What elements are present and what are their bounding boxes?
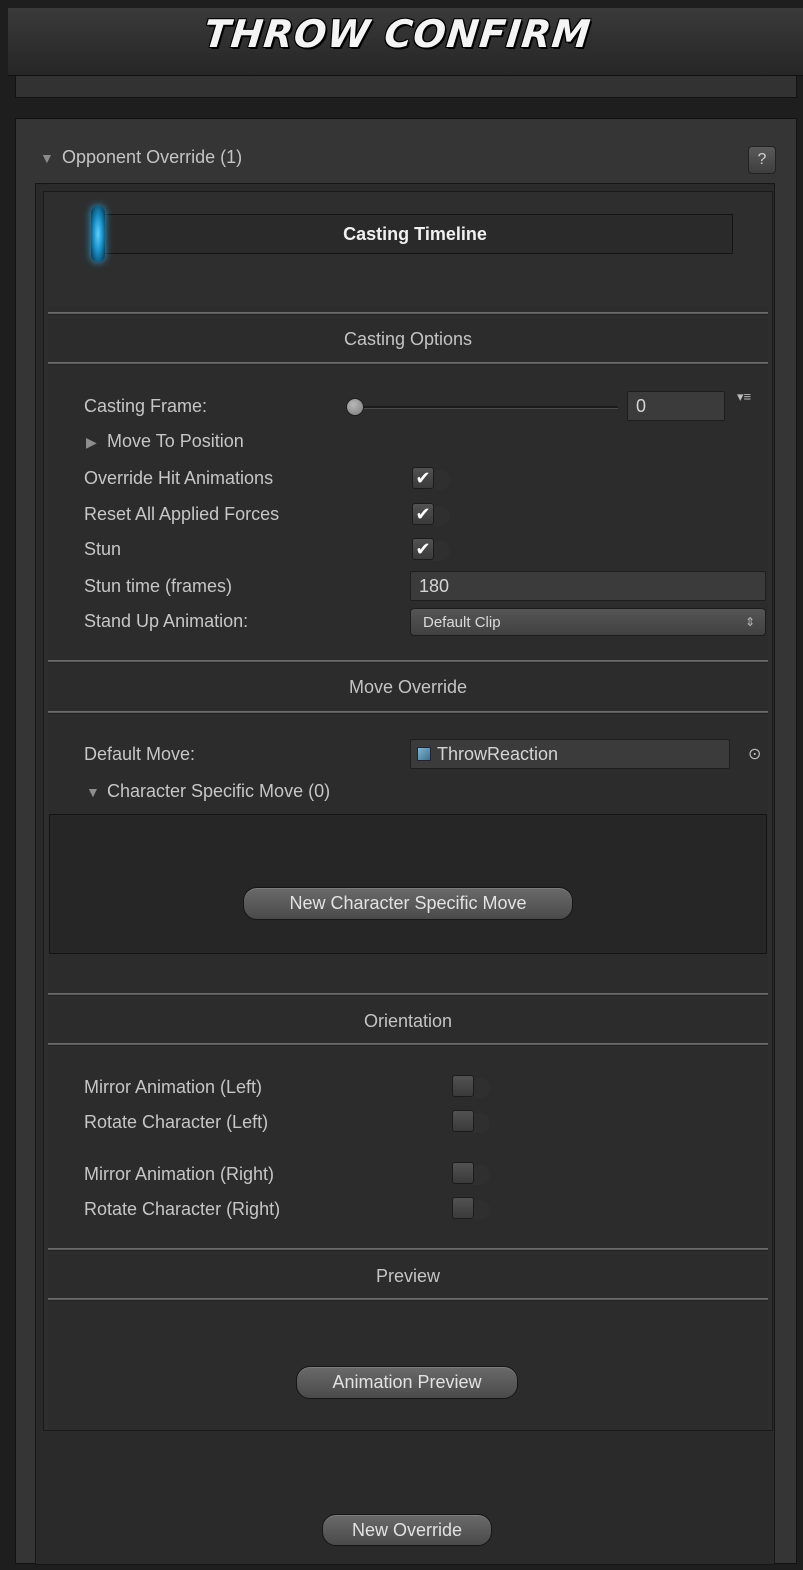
- stand-up-animation-label: Stand Up Animation:: [84, 611, 249, 631]
- override-hit-animations-checkbox[interactable]: ✔: [412, 467, 434, 489]
- casting-frame-label: Casting Frame:: [84, 396, 208, 416]
- stand-up-animation-dropdown[interactable]: Default Clip ⇕: [410, 608, 766, 636]
- section-divider: [48, 362, 768, 365]
- mirror-right-checkbox[interactable]: [452, 1162, 474, 1184]
- default-move-value: ThrowReaction: [437, 743, 559, 764]
- context-menu-icon[interactable]: ▾≡: [737, 389, 751, 405]
- window-title: THROW CONFIRM: [201, 12, 594, 56]
- section-divider: [48, 1043, 768, 1046]
- title-strip: [15, 76, 797, 98]
- foldout-arrow-icon[interactable]: ▼: [40, 150, 54, 166]
- section-divider: [48, 312, 768, 315]
- casting-timeline[interactable]: Casting Timeline: [97, 214, 733, 254]
- asset-icon: [417, 747, 431, 761]
- animation-preview-button[interactable]: Animation Preview: [296, 1366, 518, 1399]
- foldout-arrow-icon[interactable]: ▶: [86, 434, 97, 451]
- mirror-left-label: Mirror Animation (Left): [84, 1077, 263, 1097]
- default-move-field[interactable]: ThrowReaction: [410, 739, 730, 769]
- dropdown-arrows-icon: ⇕: [744, 615, 755, 629]
- opponent-override-foldout[interactable]: Opponent Override (1): [62, 147, 242, 168]
- default-move-label: Default Move:: [84, 744, 196, 764]
- section-title-orientation: Orientation: [363, 1011, 453, 1031]
- section-divider: [48, 1248, 768, 1251]
- section-title-preview: Preview: [375, 1266, 441, 1286]
- section-divider: [48, 660, 768, 663]
- stun-checkbox[interactable]: ✔: [412, 538, 434, 560]
- casting-frame-slider-knob[interactable]: [346, 398, 364, 416]
- help-button[interactable]: ?: [748, 146, 776, 174]
- mirror-left-checkbox[interactable]: [452, 1075, 474, 1097]
- rotate-right-label: Rotate Character (Right): [84, 1199, 281, 1219]
- stand-up-animation-value: Default Clip: [423, 613, 501, 631]
- character-specific-move-foldout[interactable]: Character Specific Move (0): [107, 781, 330, 802]
- character-specific-move-box: [49, 814, 767, 954]
- rotate-left-label: Rotate Character (Left): [84, 1112, 269, 1132]
- reset-forces-label: Reset All Applied Forces: [84, 504, 280, 524]
- override-hit-animations-label: Override Hit Animations: [84, 468, 274, 488]
- casting-frame-field[interactable]: 0: [627, 391, 725, 421]
- stun-time-field[interactable]: 180: [410, 571, 766, 601]
- mirror-right-label: Mirror Animation (Right): [84, 1164, 275, 1184]
- new-override-button[interactable]: New Override: [322, 1514, 492, 1546]
- reset-forces-checkbox[interactable]: ✔: [412, 503, 434, 525]
- section-title-move-override: Move Override: [348, 677, 468, 697]
- new-character-specific-move-button[interactable]: New Character Specific Move: [243, 887, 573, 920]
- stun-time-label: Stun time (frames): [84, 576, 233, 596]
- stun-label: Stun: [84, 539, 122, 559]
- casting-frame-slider-track[interactable]: [352, 406, 618, 409]
- rotate-right-checkbox[interactable]: [452, 1197, 474, 1219]
- object-picker-icon[interactable]: ⊙: [748, 744, 761, 764]
- timeline-handle[interactable]: [91, 206, 105, 262]
- section-divider: [48, 711, 768, 714]
- section-title-casting-options: Casting Options: [343, 329, 473, 349]
- section-divider: [48, 993, 768, 996]
- move-to-position-foldout[interactable]: Move To Position: [107, 431, 244, 452]
- section-divider: [48, 1298, 768, 1301]
- rotate-left-checkbox[interactable]: [452, 1110, 474, 1132]
- foldout-arrow-icon[interactable]: ▼: [86, 784, 100, 800]
